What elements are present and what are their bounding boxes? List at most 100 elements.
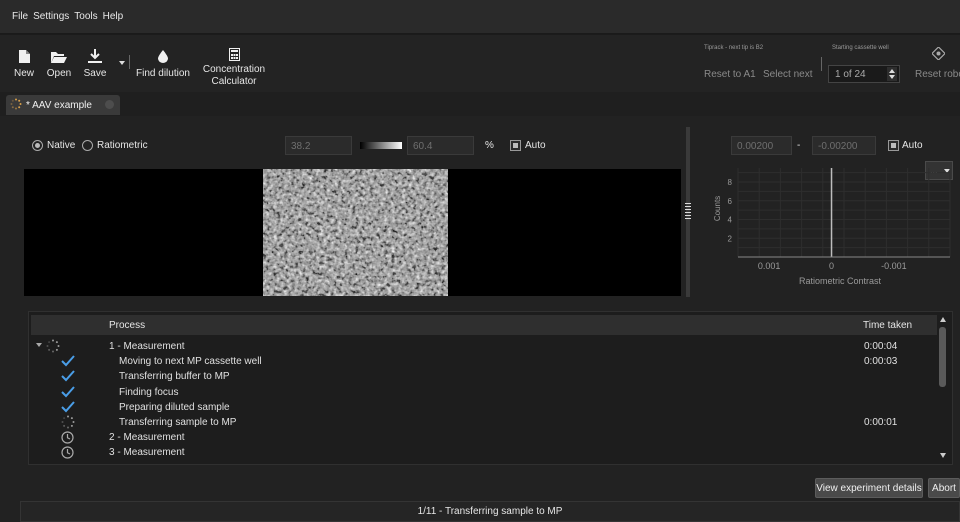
view-experiment-details-button[interactable]: View experiment details [815,478,923,498]
open-button[interactable]: Open [44,35,74,92]
y-tick-label: 4 [728,216,733,225]
status-text: 1/11 - Transferring sample to MP [417,506,563,517]
spinbox-arrows[interactable] [887,67,897,81]
menu-tools[interactable]: Tools [74,11,97,22]
x-axis-label: Ratiometric Contrast [799,276,882,286]
checkmark-icon [61,385,75,398]
menu-help[interactable]: Help [103,11,124,22]
row-time-taken: 0:00:04 [864,341,898,352]
toolbar: New Open Save Find dilution Concentratio… [0,35,960,92]
find-dilution-button[interactable]: Find dilution [133,35,193,92]
cassette-title: Starting cassette well [832,45,889,51]
x-tick-label: 0 [829,261,834,271]
y-tick-label: 6 [728,197,733,206]
new-label: New [13,68,34,79]
tab-strip [0,92,960,116]
save-button[interactable]: Save [82,35,108,92]
in-progress-spinner-icon [46,339,60,353]
spin-up-icon [889,69,895,73]
toolbar-separator [129,55,130,69]
ratiometric-radio[interactable] [82,140,93,151]
histogram-auto-label: Auto [902,140,923,151]
concentration-label-line2: Calculator [211,76,257,87]
find-dilution-label: Find dilution [136,68,190,79]
row-process-text: Preparing diluted sample [119,401,230,413]
row-process-text: 1 - Measurement [109,341,185,352]
in-progress-spinner-icon [61,415,75,429]
save-label: Save [83,68,107,79]
y-axis-label: Counts [713,196,722,221]
ratiometric-histogram: 2 4 6 8 0.001 0 -0.001 Counts Ratiometric Con… [713,168,951,286]
concentration-label-line1: Concentration [202,64,266,75]
loading-icon [10,98,22,113]
scroll-down-icon[interactable] [940,453,946,458]
table-header [31,315,937,335]
checkmark-icon [61,355,75,367]
tiprack-title: Tiprack - next tip is B2 [704,45,764,51]
scrollbar-thumb[interactable] [939,327,946,387]
reset-robot-button[interactable]: Reset robo [915,69,960,80]
new-file-icon [18,41,30,63]
reset-to-a1-button[interactable]: Reset to A1 [704,69,756,80]
save-dropdown-arrow-icon[interactable] [119,61,125,65]
histogram-auto-checkbox[interactable] [888,140,899,151]
grayscale-colorbar [360,142,402,149]
x-tick-label: -0.001 [881,261,907,271]
row-process-text: Finding focus [119,386,179,398]
row-process-text: 2 - Measurement [109,432,185,444]
new-button[interactable]: New [10,35,38,92]
download-icon [88,41,102,63]
row-process-text: 3 - Measurement [109,447,185,459]
histogram-max-input[interactable]: -0.00200 [812,136,876,155]
status-bar: 1/11 - Transferring sample to MP [20,501,960,522]
row-time-taken: 0:00:03 [864,356,898,368]
menu-file[interactable]: File [12,11,28,22]
splitter-grip-icon[interactable] [685,203,691,221]
calculator-icon [228,39,240,61]
tab-label: * AAV example [26,99,92,111]
native-radio[interactable] [32,140,43,151]
image-max-input[interactable]: 60.4 [407,136,474,155]
concentration-calculator-button[interactable]: Concentration Calculator [200,35,268,92]
column-header-time[interactable]: Time taken [863,320,912,331]
y-tick-label: 8 [728,178,733,187]
speckle-image [263,169,448,296]
robot-icon[interactable] [931,46,946,63]
histogram-min-input[interactable]: 0.00200 [731,136,792,155]
range-separator: - [797,140,801,151]
column-header-process[interactable]: Process [109,320,145,331]
image-min-input[interactable]: 38.2 [285,136,352,155]
checkmark-icon [61,401,75,413]
percent-unit: % [485,140,494,151]
scroll-up-icon[interactable] [940,317,946,322]
y-tick-label: 2 [728,234,733,243]
clock-icon [61,446,74,459]
menu-settings[interactable]: Settings [33,11,69,22]
droplet-icon [158,41,168,63]
abort-button[interactable]: Abort [928,478,960,498]
row-time-taken: 0:00:01 [864,417,898,428]
menu-bar: File Settings Tools Help [0,0,960,34]
native-label: Native [47,140,76,151]
cassette-well-spinbox[interactable]: 1 of 24 [828,65,900,83]
row-process-text: Transferring sample to MP [119,417,237,428]
concentration-calculator-label: Concentration Calculator [203,64,265,88]
toolbar-separator [821,57,822,71]
folder-open-icon [51,41,67,63]
tab-aav-example[interactable]: * AAV example [6,95,120,115]
spin-down-icon [889,75,895,79]
image-auto-checkbox[interactable] [510,140,521,151]
checkmark-icon [61,370,75,382]
select-next-button[interactable]: Select next [763,69,812,80]
tab-close-icon[interactable] [105,100,114,109]
image-auto-label: Auto [525,140,546,151]
open-label: Open [46,68,72,79]
clock-icon [61,431,74,444]
x-tick-label: 0.001 [758,261,781,271]
row-process-text: Transferring buffer to MP [119,371,230,383]
ratiometric-label: Ratiometric [97,140,148,151]
camera-image-view[interactable] [24,169,681,296]
expand-arrow-icon[interactable] [36,343,42,347]
cassette-well-value: 1 of 24 [835,69,866,80]
row-process-text: Moving to next MP cassette well [119,356,262,368]
